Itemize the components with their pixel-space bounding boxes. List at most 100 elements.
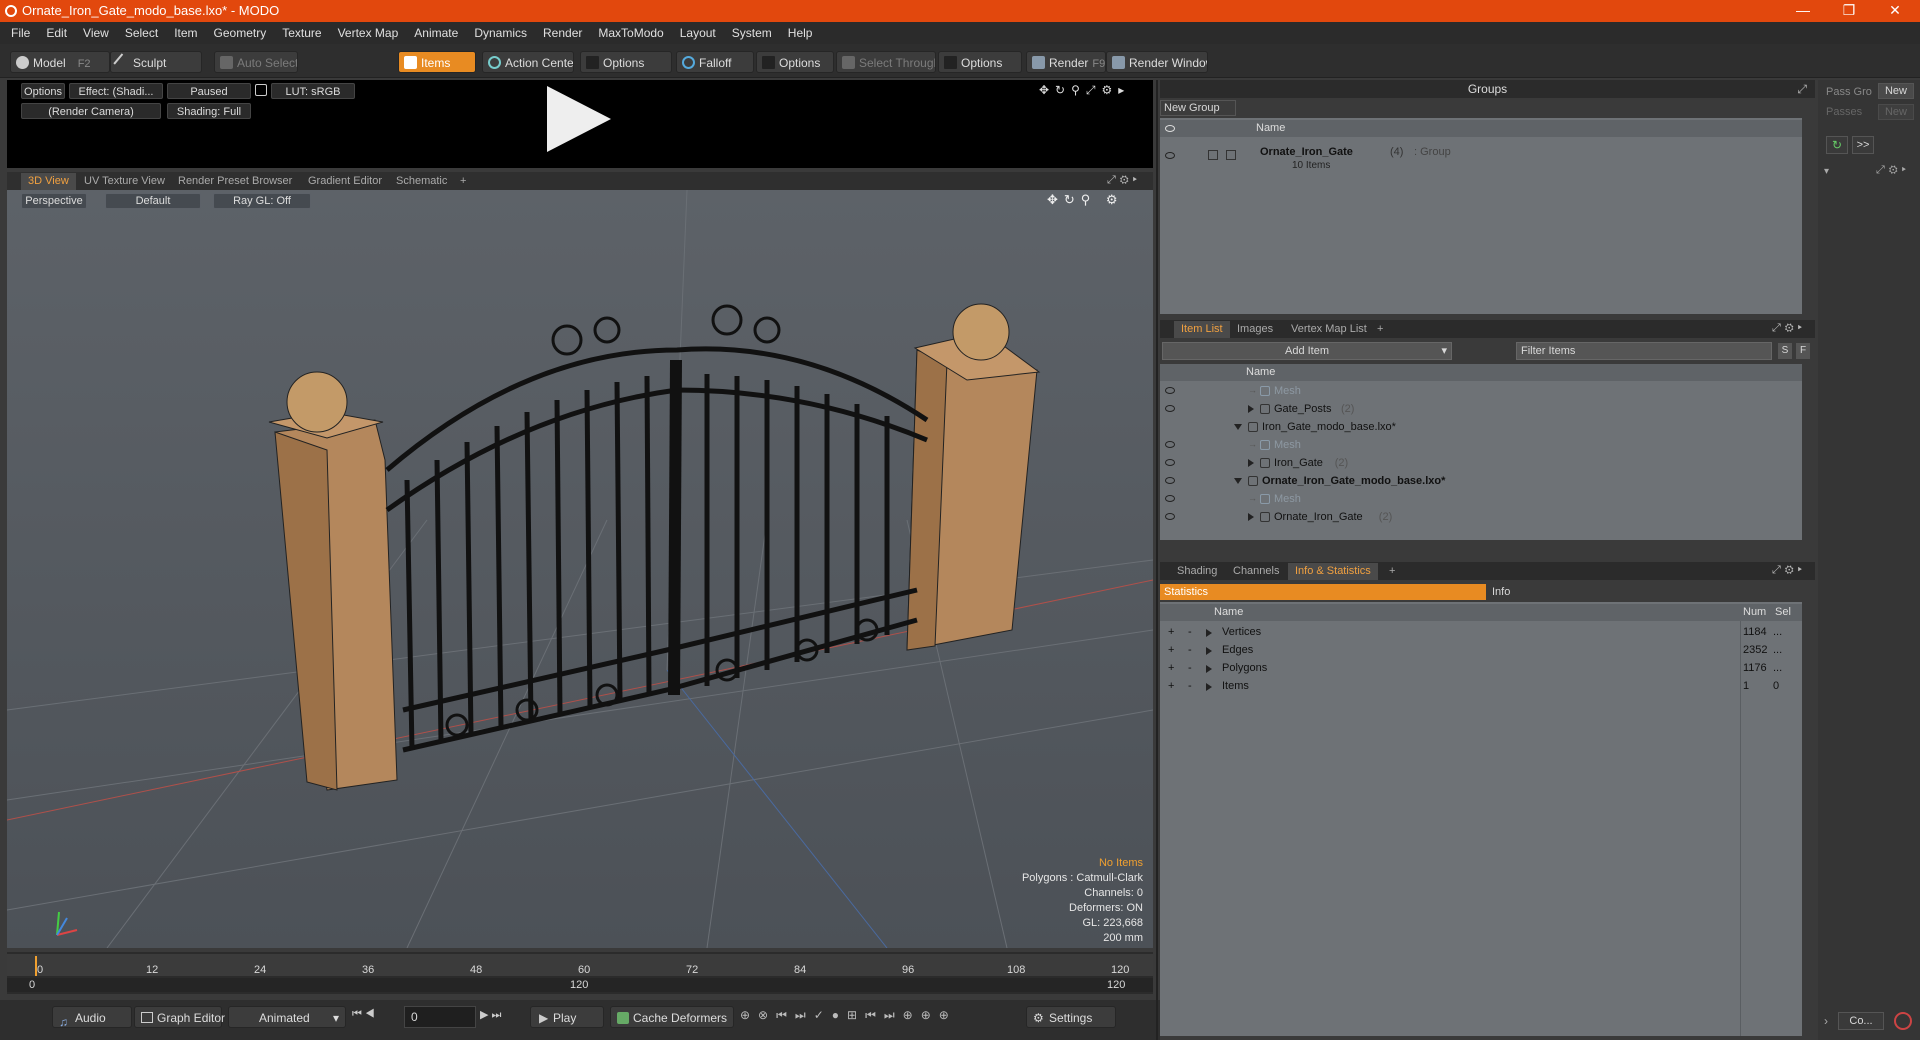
panel-options-icons[interactable]: ⤢⚙▸: [1772, 322, 1806, 335]
minus-icon[interactable]: -: [1188, 626, 1192, 638]
stat-row[interactable]: + - Items 1 0: [1160, 678, 1802, 696]
add-item-dropdown[interactable]: Add Item ▾: [1162, 342, 1452, 360]
plus-icon[interactable]: +: [1168, 662, 1174, 674]
item-row[interactable]: Iron_Gate_modo_base.lxo*: [1160, 418, 1802, 436]
record-icon[interactable]: [1894, 1012, 1912, 1030]
shading-style-dropdown[interactable]: Default: [105, 193, 201, 209]
chevron-right-icon[interactable]: [1206, 629, 1212, 637]
sculpt-mode-button[interactable]: Sculpt: [110, 51, 202, 73]
frame-input[interactable]: 0: [404, 1006, 476, 1028]
menu-texture[interactable]: Texture: [274, 22, 329, 44]
minus-icon[interactable]: -: [1188, 662, 1192, 674]
statistics-table[interactable]: Name Num Sel + - Vertices 1184... + - Edges 235…: [1160, 602, 1802, 1036]
menu-select[interactable]: Select: [117, 22, 166, 44]
checkbox-icon[interactable]: [1226, 150, 1236, 160]
menu-vertex-map[interactable]: Vertex Map: [330, 22, 407, 44]
item-row[interactable]: Iron_Gate (2): [1160, 454, 1802, 472]
arrow-icon[interactable]: →: [1248, 493, 1257, 503]
falloff-button[interactable]: Falloff: [676, 51, 754, 73]
shading-dropdown[interactable]: Shading: Full: [167, 103, 251, 119]
model-mode-button[interactable]: Model F2: [10, 51, 110, 73]
lut-dropdown[interactable]: LUT: sRGB: [271, 83, 355, 99]
tab-schematic[interactable]: Schematic: [389, 173, 454, 190]
minus-icon[interactable]: -: [1188, 644, 1192, 656]
minimize-button[interactable]: —: [1780, 0, 1826, 22]
chevron-down-icon[interactable]: ▾: [1824, 166, 1829, 177]
select-through-options-button[interactable]: Options: [938, 51, 1022, 73]
panel-options-icons[interactable]: ⤢⚙▸: [1772, 564, 1806, 577]
more-button[interactable]: >>: [1852, 136, 1874, 154]
stat-row[interactable]: + - Vertices 1184...: [1160, 624, 1802, 642]
key-tools-icons[interactable]: ⊕⊗⏮⏭✓●⊞⏮⏭⊕⊕⊕: [740, 1008, 1020, 1026]
tab-uv-texture-view[interactable]: UV Texture View: [77, 173, 172, 190]
menu-edit[interactable]: Edit: [38, 22, 75, 44]
menu-maxtomodo[interactable]: MaxToModo: [590, 22, 671, 44]
eye-icon[interactable]: [1165, 495, 1175, 502]
eye-icon[interactable]: [1165, 152, 1175, 159]
groups-list[interactable]: Name Ornate_Iron_Gate (4) : Group 10 Ite…: [1160, 118, 1802, 314]
auto-select-button[interactable]: Auto Select: [214, 51, 298, 73]
checkbox-icon[interactable]: [1208, 150, 1218, 160]
tab-info-statistics[interactable]: Info & Statistics: [1288, 563, 1378, 580]
chevron-right-icon[interactable]: [1248, 405, 1254, 413]
new-pass-button[interactable]: New: [1878, 104, 1914, 120]
view-options-icons[interactable]: ⤢⚙▸: [1107, 174, 1141, 187]
tab-shading[interactable]: Shading: [1170, 563, 1224, 580]
animated-dropdown[interactable]: Animated ▾: [228, 1006, 346, 1028]
add-tab-button[interactable]: +: [1382, 563, 1402, 580]
raygl-toggle[interactable]: Ray GL: Off: [213, 193, 311, 209]
expand-icon[interactable]: ⤢: [1797, 80, 1807, 98]
chevron-right-icon[interactable]: ›: [1824, 1014, 1828, 1028]
item-list[interactable]: Name → Mesh Gate_Posts (2) Iron_Gate_modo_ba…: [1160, 364, 1802, 540]
eye-icon[interactable]: [1165, 477, 1175, 484]
menu-file[interactable]: File: [3, 22, 38, 44]
menu-geometry[interactable]: Geometry: [206, 22, 275, 44]
play-button[interactable]: ▶ Play: [530, 1006, 604, 1028]
menu-animate[interactable]: Animate: [406, 22, 466, 44]
item-row[interactable]: Ornate_Iron_Gate_modo_base.lxo*: [1160, 472, 1802, 490]
action-center-options-button[interactable]: Options: [580, 51, 672, 73]
menu-view[interactable]: View: [75, 22, 117, 44]
panel-options-icons[interactable]: ⤢⚙▸: [1876, 164, 1910, 177]
cache-deformers-button[interactable]: Cache Deformers: [610, 1006, 734, 1028]
projection-dropdown[interactable]: Perspective: [21, 193, 87, 209]
viewport-nav-icons[interactable]: ✥↻⚲ ⚙: [1047, 192, 1124, 208]
item-row[interactable]: → Mesh: [1160, 490, 1802, 508]
chevron-right-icon[interactable]: [1248, 459, 1254, 467]
eye-icon[interactable]: [1165, 405, 1175, 412]
menu-item[interactable]: Item: [166, 22, 205, 44]
plus-icon[interactable]: +: [1168, 680, 1174, 692]
stat-row[interactable]: + - Polygons 1176...: [1160, 660, 1802, 678]
effect-dropdown[interactable]: Effect: (Shadi...: [69, 83, 163, 99]
minus-icon[interactable]: -: [1188, 680, 1192, 692]
camera-dropdown[interactable]: (Render Camera): [21, 103, 161, 119]
chevron-right-icon[interactable]: [1206, 683, 1212, 691]
s-button[interactable]: S: [1778, 343, 1792, 359]
panel-divider[interactable]: [1156, 80, 1158, 1040]
tab-channels[interactable]: Channels: [1226, 563, 1286, 580]
items-mode-button[interactable]: Items: [398, 51, 476, 73]
action-center-button[interactable]: Action Center: [482, 51, 574, 73]
menu-help[interactable]: Help: [780, 22, 821, 44]
item-row[interactable]: → Mesh: [1160, 382, 1802, 400]
tab-3d-view[interactable]: 3D View: [21, 173, 76, 190]
transport-back-icons[interactable]: ⏮◀: [352, 1008, 400, 1026]
menu-layout[interactable]: Layout: [672, 22, 724, 44]
menu-render[interactable]: Render: [535, 22, 590, 44]
chevron-right-icon[interactable]: [1248, 513, 1254, 521]
tab-item-list[interactable]: Item List: [1174, 321, 1230, 338]
tab-render-preset-browser[interactable]: Render Preset Browser: [171, 173, 299, 190]
chevron-right-icon[interactable]: [1206, 647, 1212, 655]
timeline[interactable]: 0 12 24 36 48 60 72 84 96 108 120 0 120 …: [7, 952, 1153, 994]
info-tab[interactable]: Info: [1488, 584, 1814, 600]
audio-button[interactable]: ♫ Audio: [52, 1006, 132, 1029]
statistics-tab[interactable]: Statistics: [1160, 584, 1486, 600]
preview-options-button[interactable]: Options: [21, 83, 65, 99]
menu-system[interactable]: System: [724, 22, 780, 44]
transport-forward-icons[interactable]: ▶⏭: [480, 1008, 528, 1026]
render-button[interactable]: Render F9: [1026, 51, 1106, 73]
tab-vertex-map-list[interactable]: Vertex Map List: [1284, 321, 1374, 338]
eye-icon[interactable]: [1165, 513, 1175, 520]
add-tab-button[interactable]: +: [453, 173, 473, 190]
eye-icon[interactable]: [1165, 441, 1175, 448]
